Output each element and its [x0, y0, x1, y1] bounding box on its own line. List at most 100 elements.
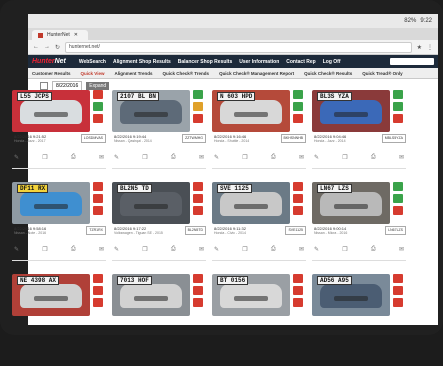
status-badge[interactable] [93, 114, 103, 123]
nav-item[interactable]: WebSearch [79, 59, 106, 65]
nav-item[interactable]: Balancer Shop Results [178, 59, 232, 65]
status-badge[interactable] [293, 114, 303, 123]
menu-icon[interactable]: ⋮ [427, 44, 433, 51]
vehicle-card[interactable]: LN67 LZS 8/22/2016 9:00:14 Nissan - Micra … [312, 182, 406, 268]
status-badge[interactable] [293, 102, 303, 111]
copy-icon[interactable]: ❐ [42, 246, 47, 253]
vehicle-photo[interactable]: AD56 A95 [312, 274, 390, 316]
status-badge[interactable] [293, 182, 303, 191]
copy-icon[interactable]: ❐ [242, 154, 247, 161]
edit-icon[interactable]: ✎ [214, 154, 219, 161]
status-badge[interactable] [93, 182, 103, 191]
status-badge[interactable] [193, 194, 203, 203]
star-icon[interactable]: ★ [417, 44, 422, 51]
status-badge[interactable] [93, 286, 103, 295]
subnav-item[interactable]: Quick Check® Results [304, 71, 352, 76]
edit-icon[interactable]: ✎ [314, 154, 319, 161]
nav-item[interactable]: Contact Rep [286, 59, 315, 65]
nav-item[interactable]: User Information [239, 59, 279, 65]
subnav-item[interactable]: Quick Check® Management Report [219, 71, 294, 76]
subnav-item-active[interactable]: Quick View [81, 71, 105, 76]
nav-item[interactable]: Alignment Shop Results [113, 59, 171, 65]
copy-icon[interactable]: ❐ [142, 154, 147, 161]
vehicle-card[interactable]: N 603 HPD 8/22/2016 9:16:46 Honda - Shuttl… [212, 90, 306, 176]
print-icon[interactable]: ⎙ [271, 154, 276, 161]
print-icon[interactable]: ⎙ [71, 154, 76, 161]
status-badge[interactable] [393, 298, 403, 307]
email-icon[interactable]: ✉ [99, 246, 104, 253]
vehicle-card[interactable]: DF11 RX 8/22/2016 9:58:16 Nissan - Note - … [12, 182, 106, 268]
vehicle-card[interactable]: BL3S YZA 8/22/2016 9:04:46 Honda - Jazz - … [312, 90, 406, 176]
close-tab-icon[interactable]: ✕ [74, 32, 78, 38]
vehicle-photo[interactable]: 7013 HOF [112, 274, 190, 316]
subnav-item[interactable]: Alignment Trends [114, 71, 152, 76]
status-badge[interactable] [293, 298, 303, 307]
status-badge[interactable] [293, 206, 303, 215]
status-badge[interactable] [393, 182, 403, 191]
email-icon[interactable]: ✉ [299, 154, 304, 161]
vehicle-card[interactable]: AD56 A95 [312, 274, 406, 360]
email-icon[interactable]: ✉ [299, 246, 304, 253]
status-badge[interactable] [93, 274, 103, 283]
edit-icon[interactable]: ✎ [114, 154, 119, 161]
copy-icon[interactable]: ❐ [42, 154, 47, 161]
status-badge[interactable] [293, 90, 303, 99]
status-badge[interactable] [393, 194, 403, 203]
edit-icon[interactable]: ✎ [214, 246, 219, 253]
status-badge[interactable] [93, 298, 103, 307]
email-icon[interactable]: ✉ [399, 246, 404, 253]
vehicle-card[interactable]: 2107 BL BN 8/22/2016 9:19:44 Nissan - Qash… [112, 90, 206, 176]
vehicle-photo[interactable]: N 603 HPD [212, 90, 290, 132]
vehicle-card[interactable]: L55 JCPS 8/22/2016 9:21:52 Honda - Jazz - … [12, 90, 106, 176]
status-badge[interactable] [193, 274, 203, 283]
vehicle-card[interactable]: SVE 1125 8/22/2016 9:11:32 Honda - Civic -… [212, 182, 306, 268]
vehicle-photo[interactable]: LN67 LZS [312, 182, 390, 224]
copy-icon[interactable]: ❐ [242, 246, 247, 253]
copy-icon[interactable]: ❐ [342, 246, 347, 253]
status-badge[interactable] [393, 274, 403, 283]
print-icon[interactable]: ⎙ [171, 246, 176, 253]
status-badge[interactable] [93, 194, 103, 203]
subnav-item[interactable]: Customer Results [32, 71, 71, 76]
vehicle-card[interactable]: BL2N5 TD 8/22/2016 9:17:22 Volkswagen - Ti… [112, 182, 206, 268]
status-badge[interactable] [393, 286, 403, 295]
status-badge[interactable] [193, 114, 203, 123]
vehicle-photo[interactable]: NE 4398 AX [12, 274, 90, 316]
nav-item[interactable]: Log Off [323, 59, 341, 65]
copy-icon[interactable]: ❐ [342, 154, 347, 161]
print-icon[interactable]: ⎙ [371, 246, 376, 253]
print-icon[interactable]: ⎙ [71, 246, 76, 253]
status-badge[interactable] [393, 102, 403, 111]
print-icon[interactable]: ⎙ [271, 246, 276, 253]
email-icon[interactable]: ✉ [99, 154, 104, 161]
vehicle-card[interactable]: BT 0156 [212, 274, 306, 360]
print-icon[interactable]: ⎙ [371, 154, 376, 161]
vehicle-photo[interactable]: 2107 BL BN [112, 90, 190, 132]
vehicle-photo[interactable]: SVE 1125 [212, 182, 290, 224]
forward-icon[interactable]: → [44, 44, 50, 50]
subnav-item[interactable]: Quick Check® Trends [162, 71, 209, 76]
vehicle-photo[interactable]: BT 0156 [212, 274, 290, 316]
expand-button[interactable]: Expand [86, 82, 110, 90]
status-badge[interactable] [393, 114, 403, 123]
edit-icon[interactable]: ✎ [14, 246, 19, 253]
copy-icon[interactable]: ❐ [142, 246, 147, 253]
reload-icon[interactable]: ↻ [55, 44, 60, 51]
status-badge[interactable] [393, 90, 403, 99]
subnav-item[interactable]: Quick Tread® Only [362, 71, 402, 76]
status-badge[interactable] [193, 286, 203, 295]
status-badge[interactable] [193, 90, 203, 99]
browser-tab[interactable]: HunterNet ✕ [32, 30, 88, 40]
edit-icon[interactable]: ✎ [14, 154, 19, 161]
status-badge[interactable] [193, 182, 203, 191]
status-badge[interactable] [393, 206, 403, 215]
select-checkbox[interactable] [40, 82, 48, 90]
status-badge[interactable] [193, 102, 203, 111]
back-icon[interactable]: ← [33, 44, 39, 50]
status-badge[interactable] [93, 102, 103, 111]
status-badge[interactable] [193, 206, 203, 215]
status-badge[interactable] [93, 90, 103, 99]
status-badge[interactable] [293, 194, 303, 203]
edit-icon[interactable]: ✎ [114, 246, 119, 253]
vehicle-photo[interactable]: BL3S YZA [312, 90, 390, 132]
